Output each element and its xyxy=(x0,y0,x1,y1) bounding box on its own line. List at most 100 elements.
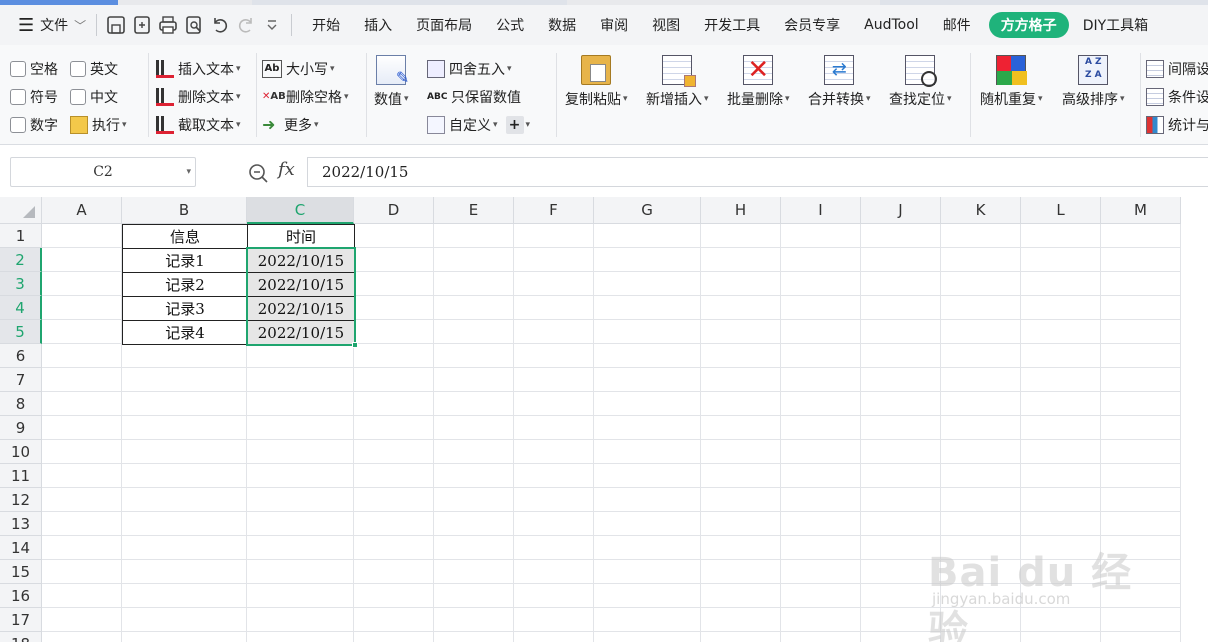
file-menu[interactable]: ☰ 文件 ﹀ xyxy=(0,5,86,45)
column-header-l[interactable]: L xyxy=(1021,197,1101,224)
cell[interactable] xyxy=(42,344,122,368)
cell[interactable] xyxy=(514,224,594,248)
column-header-k[interactable]: K xyxy=(941,197,1021,224)
cell[interactable] xyxy=(861,584,941,608)
cell[interactable] xyxy=(42,560,122,584)
cell[interactable] xyxy=(941,512,1021,536)
export-icon[interactable] xyxy=(129,12,155,38)
cell[interactable] xyxy=(514,296,594,320)
tab-developer[interactable]: 开发工具 xyxy=(692,5,772,45)
cell[interactable] xyxy=(781,272,861,296)
tab-review[interactable]: 审阅 xyxy=(588,5,640,45)
cell[interactable] xyxy=(941,488,1021,512)
cell[interactable] xyxy=(122,608,247,632)
cell[interactable] xyxy=(354,464,434,488)
condition-button[interactable]: 条件设 xyxy=(1146,87,1208,107)
cell[interactable] xyxy=(861,512,941,536)
cell[interactable] xyxy=(594,416,701,440)
cell[interactable] xyxy=(434,320,514,344)
checkbox-symbol[interactable]: 符号 xyxy=(10,87,58,107)
checkbox-number[interactable]: 数字 xyxy=(10,115,58,135)
cell[interactable] xyxy=(941,608,1021,632)
checkbox-chinese[interactable]: 中文 xyxy=(70,87,118,107)
column-header-d[interactable]: D xyxy=(354,197,434,224)
cell[interactable] xyxy=(781,536,861,560)
cell[interactable] xyxy=(701,392,781,416)
cell[interactable] xyxy=(861,296,941,320)
cell[interactable] xyxy=(1101,608,1181,632)
column-header-c[interactable]: C xyxy=(247,197,354,224)
extract-text-button[interactable]: 截取文本 ▾ xyxy=(156,115,241,135)
cell[interactable] xyxy=(42,536,122,560)
cell[interactable] xyxy=(434,368,514,392)
record-cell-info[interactable]: 记录3 xyxy=(122,296,248,321)
column-header-g[interactable]: G xyxy=(594,197,701,224)
cell[interactable] xyxy=(354,248,434,272)
cell[interactable] xyxy=(42,440,122,464)
cell[interactable] xyxy=(1021,584,1101,608)
row-header-17[interactable]: 17 xyxy=(0,608,42,632)
cell[interactable] xyxy=(354,608,434,632)
cell[interactable] xyxy=(1021,512,1101,536)
cell[interactable] xyxy=(594,296,701,320)
cell[interactable] xyxy=(701,344,781,368)
cell[interactable] xyxy=(514,344,594,368)
column-header-b[interactable]: B xyxy=(122,197,247,224)
column-header-m[interactable]: M xyxy=(1101,197,1181,224)
cell[interactable] xyxy=(594,464,701,488)
cell[interactable] xyxy=(434,560,514,584)
cell[interactable] xyxy=(354,320,434,344)
cell[interactable] xyxy=(434,464,514,488)
cell[interactable] xyxy=(1021,632,1101,642)
cell[interactable] xyxy=(861,224,941,248)
cell[interactable] xyxy=(701,608,781,632)
cell[interactable] xyxy=(514,272,594,296)
record-cell-info[interactable]: 记录2 xyxy=(122,272,248,297)
cell[interactable] xyxy=(1101,344,1181,368)
cell[interactable] xyxy=(434,416,514,440)
cell[interactable] xyxy=(354,512,434,536)
cell[interactable] xyxy=(861,392,941,416)
cell[interactable] xyxy=(514,512,594,536)
cell[interactable] xyxy=(354,392,434,416)
cell[interactable] xyxy=(781,632,861,642)
customize-quickbar-icon[interactable] xyxy=(259,12,285,38)
cell[interactable] xyxy=(514,248,594,272)
cell[interactable] xyxy=(941,248,1021,272)
cell[interactable] xyxy=(122,368,247,392)
cell[interactable] xyxy=(42,488,122,512)
cell[interactable] xyxy=(1021,296,1101,320)
tab-member[interactable]: 会员专享 xyxy=(772,5,852,45)
cell[interactable] xyxy=(941,368,1021,392)
cell[interactable] xyxy=(247,608,354,632)
cell[interactable] xyxy=(514,368,594,392)
cell[interactable] xyxy=(42,296,122,320)
cell[interactable] xyxy=(247,632,354,642)
tab-mail[interactable]: 邮件 xyxy=(931,5,983,45)
cell[interactable] xyxy=(781,344,861,368)
cell[interactable] xyxy=(941,584,1021,608)
cell[interactable] xyxy=(1021,608,1101,632)
cell[interactable] xyxy=(861,368,941,392)
cell[interactable] xyxy=(941,392,1021,416)
row-header-1[interactable]: 1 xyxy=(0,224,42,248)
tab-insert[interactable]: 插入 xyxy=(352,5,404,45)
cell[interactable] xyxy=(122,584,247,608)
cell[interactable] xyxy=(247,536,354,560)
cell[interactable] xyxy=(514,440,594,464)
cell[interactable] xyxy=(941,464,1021,488)
tab-data[interactable]: 数据 xyxy=(536,5,588,45)
record-cell-time[interactable]: 2022/10/15 xyxy=(247,272,355,297)
tab-fangfanggezi[interactable]: 方方格子 xyxy=(988,12,1069,38)
cell[interactable] xyxy=(1021,392,1101,416)
case-button[interactable]: Ab 大小写 ▾ xyxy=(262,59,335,79)
cell[interactable] xyxy=(941,416,1021,440)
cell[interactable] xyxy=(514,464,594,488)
cell[interactable] xyxy=(1101,440,1181,464)
cell[interactable] xyxy=(781,560,861,584)
cell[interactable] xyxy=(781,224,861,248)
row-header-15[interactable]: 15 xyxy=(0,560,42,584)
cell[interactable] xyxy=(1101,512,1181,536)
cell[interactable] xyxy=(1021,488,1101,512)
cell[interactable] xyxy=(781,392,861,416)
